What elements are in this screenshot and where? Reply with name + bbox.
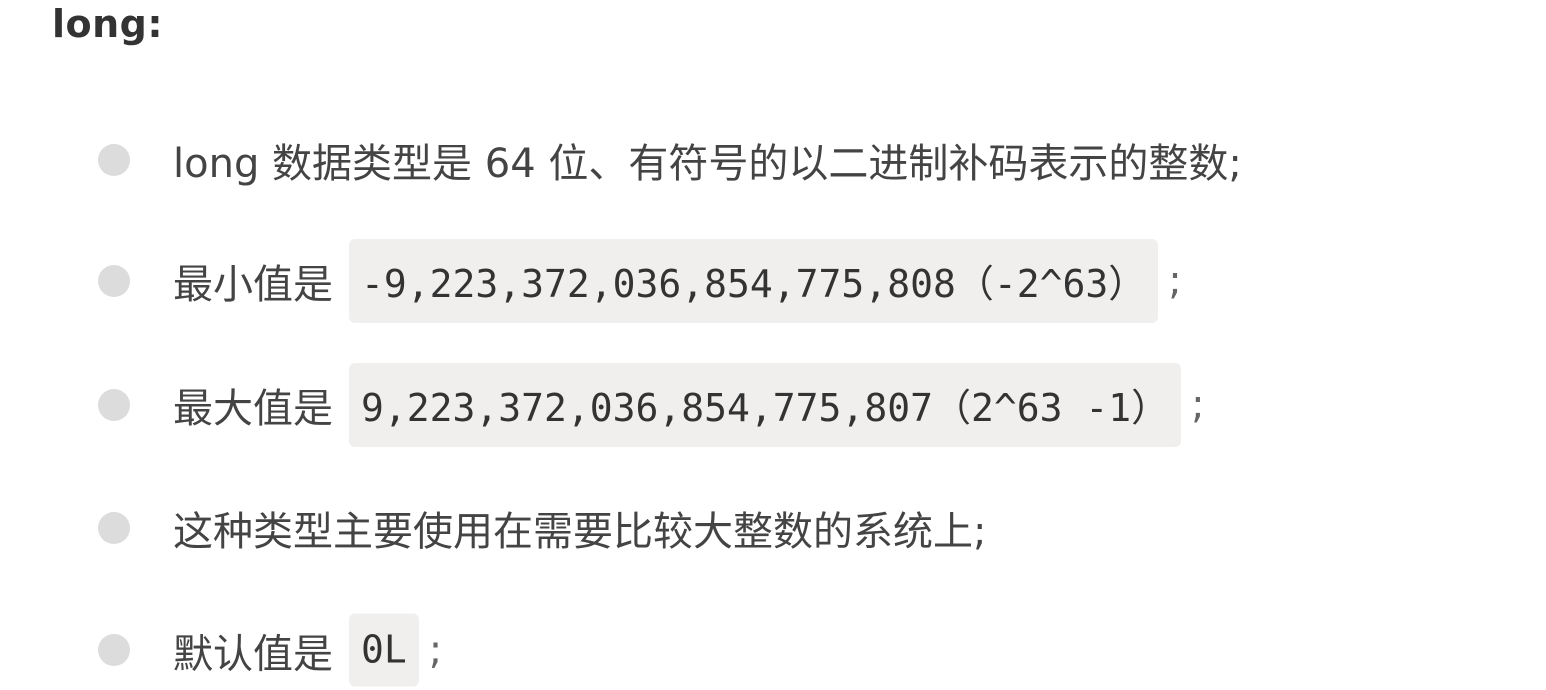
- list-item: 最小值是 -9,223,372,036,854,775,808（-2^63） ;: [0, 239, 1546, 323]
- bullet-icon: [98, 144, 130, 176]
- list-item: 默认值是 0L ;: [0, 610, 1546, 690]
- item-text: long 数据类型是 64 位、有符号的以二进制补码表示的整数;: [173, 141, 1242, 187]
- item-prefix: 最小值是: [173, 262, 333, 308]
- list-item: 最大值是 9,223,372,036,854,775,807（2^63 -1） …: [0, 363, 1546, 447]
- bullet-icon: [98, 389, 130, 421]
- list-item: 这种类型主要使用在需要比较大整数的系统上;: [0, 488, 1546, 568]
- inline-code: -9,223,372,036,854,775,808（-2^63）: [349, 239, 1159, 323]
- item-suffix: ;: [1168, 258, 1182, 304]
- item-text: 这种类型主要使用在需要比较大整数的系统上;: [173, 509, 987, 555]
- list-item: long 数据类型是 64 位、有符号的以二进制补码表示的整数;: [0, 120, 1546, 200]
- bullet-icon: [98, 265, 130, 297]
- inline-code: 9,223,372,036,854,775,807（2^63 -1）: [349, 363, 1182, 447]
- item-prefix: 默认值是: [173, 631, 333, 677]
- bullet-icon: [98, 634, 130, 666]
- item-suffix: ;: [1191, 382, 1205, 428]
- inline-code: 0L: [349, 613, 419, 687]
- bullet-list: long 数据类型是 64 位、有符号的以二进制补码表示的整数; 最小值是 -9…: [0, 0, 1546, 687]
- bullet-icon: [98, 512, 130, 544]
- item-suffix: ;: [428, 627, 443, 673]
- item-prefix: 最大值是: [173, 386, 333, 432]
